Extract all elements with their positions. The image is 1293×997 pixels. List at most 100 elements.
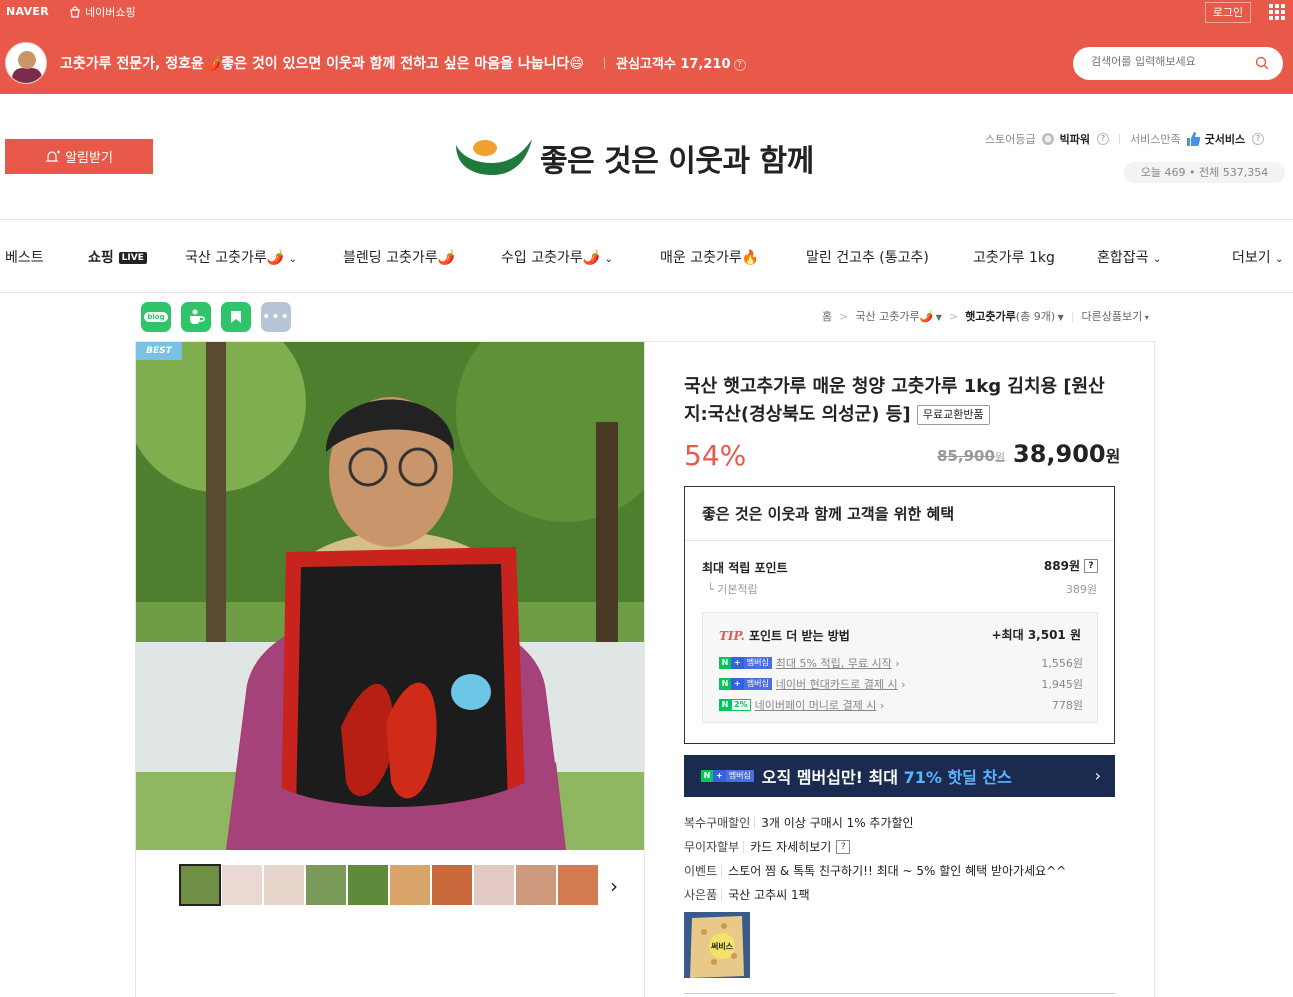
thumbnail[interactable]	[432, 865, 472, 905]
thumbnail[interactable]	[348, 865, 388, 905]
other-products-link[interactable]: 다른상품보기	[1082, 310, 1143, 323]
tip-row-text[interactable]: 네이버 현대카드로 결제 시	[776, 676, 898, 692]
card-detail-link[interactable]: 카드 자세히보기	[743, 840, 831, 853]
naver-plus-membership-badge: N + 멤버십	[719, 678, 772, 690]
breadcrumb-count: (총 9개)	[1015, 310, 1056, 323]
product-main-image[interactable]	[136, 342, 644, 850]
thumbnail[interactable]	[558, 865, 598, 905]
thumbnail[interactable]	[516, 865, 556, 905]
share-more-button[interactable]: •••	[261, 302, 291, 332]
nav-item-best[interactable]: 베스트	[5, 247, 44, 267]
naver-pay-badge: N 2%	[719, 699, 751, 711]
tip-row-text[interactable]: 최대 5% 적립, 무료 시작	[776, 655, 892, 671]
live-badge: LIVE	[118, 252, 147, 264]
breadcrumb-separator-icon: >	[835, 310, 852, 323]
caret-down-icon: ▾	[1142, 313, 1149, 322]
divider	[604, 57, 605, 69]
share-cafe-button[interactable]	[181, 302, 211, 332]
product-title-text: 국산 햇고추가루 매운 청양 고춧가루 1kg 김치용 [원산지:국산(경상북도…	[684, 376, 1105, 425]
original-price: 85,900원	[937, 447, 1005, 465]
thumbnail[interactable]	[264, 865, 304, 905]
share-bookmark-button[interactable]	[221, 302, 251, 332]
nav-item-domestic-pepper[interactable]: 국산 고춧가루🌶️ ⌄	[185, 247, 297, 267]
naver-logo[interactable]: NAVER	[6, 5, 49, 18]
search-input[interactable]	[1091, 55, 1241, 68]
naver-plus-membership-badge: N + 멤버십	[701, 770, 754, 782]
naver-shopping-link[interactable]: 네이버쇼핑	[69, 4, 136, 20]
benefit-box: 좋은 것은 이웃과 함께 고객을 위한 혜택 최대 적립 포인트 889원 ? …	[684, 486, 1115, 744]
info-value: 스토어 찜 & 톡톡 친구하기!! 최대 ~ 5% 할인 혜택 받아가세요^^	[721, 864, 1066, 877]
divider	[0, 292, 1293, 293]
help-icon[interactable]: ?	[733, 58, 746, 71]
tip-title-text: 포인트 더 받는 방법	[748, 629, 850, 643]
thumbnail[interactable]	[306, 865, 346, 905]
max-point-amount: 889원	[1043, 559, 1080, 573]
store-name-logo[interactable]: 좋은 것은 이웃과 함께	[540, 136, 814, 180]
nav-item-blending-pepper[interactable]: 블렌딩 고춧가루🌶️	[343, 247, 455, 267]
chevron-down-icon: ⌄	[1275, 254, 1284, 265]
base-point-value: 389원	[1065, 583, 1097, 596]
chevron-right-icon: ›	[1094, 766, 1101, 785]
base-point-text: 기본적립	[717, 583, 758, 596]
caret-down-icon: ▼	[933, 313, 942, 322]
info-row-multi-discount: 복수구매할인 3개 이상 구매시 1% 추가할인	[684, 814, 914, 831]
search-icon[interactable]	[1255, 56, 1269, 70]
store-profile-avatar[interactable]	[5, 42, 47, 84]
tip-prefix: TIP.	[719, 629, 745, 643]
shopping-bag-icon	[70, 6, 80, 18]
breadcrumb-current[interactable]: 햇고춧가루	[965, 310, 1016, 323]
thumbnail[interactable]	[390, 865, 430, 905]
tip-row-text[interactable]: 네이버페이 머니로 결제 시	[755, 697, 877, 713]
thumbnail[interactable]	[474, 865, 514, 905]
help-icon[interactable]: ?	[836, 839, 851, 854]
naver-shopping-label: 네이버쇼핑	[85, 6, 136, 19]
nav-item-shopping-live[interactable]: 쇼핑 LIVE	[88, 247, 147, 267]
cafe-icon	[190, 309, 205, 324]
app-grid-icon[interactable]	[1269, 4, 1285, 20]
nav-label: 더보기	[1232, 250, 1271, 266]
tip-row[interactable]: N 2% 네이버페이 머니로 결제 시 › 778원	[719, 697, 1083, 713]
thumbnail[interactable]	[179, 864, 221, 906]
max-point-label: 최대 적립 포인트	[702, 561, 788, 575]
membership-banner[interactable]: N + 멤버십 오직 멤버십만! 최대 71% 핫딜 찬스 ›	[684, 755, 1115, 797]
tip-row[interactable]: N + 멤버십 네이버 현대카드로 결제 시 › 1,945원	[719, 676, 1083, 692]
nav-item-pepper-1kg[interactable]: 고춧가루 1kg	[973, 247, 1055, 267]
share-blog-button[interactable]: blog	[141, 302, 171, 332]
nav-item-mixed-grains[interactable]: 혼합잡곡 ⌄	[1097, 247, 1161, 267]
blog-icon: blog	[144, 312, 168, 322]
info-key: 무이자할부	[684, 840, 740, 854]
help-icon[interactable]: ?	[1096, 133, 1109, 145]
divider	[685, 540, 1114, 541]
sale-price-value: 38,900	[1013, 440, 1106, 468]
chevron-right-icon[interactable]: ›	[610, 874, 618, 898]
membership-banner-text: 오직 멤버십만! 최대 71% 핫딜 찬스	[762, 764, 1012, 788]
divider	[0, 219, 1293, 220]
nav-item-imported-pepper[interactable]: 수입 고춧가루🌶️ ⌄	[501, 247, 613, 267]
nav-item-spicy-pepper[interactable]: 매운 고춧가루🔥	[660, 247, 759, 267]
nav-label: 혼합잡곡	[1097, 250, 1149, 266]
divider	[1118, 134, 1120, 144]
store-top-bar: NAVER 네이버쇼핑 로그인 고춧가루 전문가, 정호윤🌶️좋은 것이 있으면…	[0, 0, 1293, 94]
login-button[interactable]: 로그인	[1205, 2, 1251, 23]
store-search-box[interactable]	[1073, 47, 1283, 80]
nav-item-more[interactable]: 더보기 ⌄	[1232, 247, 1283, 267]
store-logo-mark[interactable]	[452, 133, 532, 178]
nav-item-dried-pepper[interactable]: 말린 건고추 (통고추)	[806, 247, 929, 267]
thumbnail[interactable]	[222, 865, 262, 905]
gift-image[interactable]: 써비스	[684, 912, 750, 978]
info-value: 3개 이상 구매시 1% 추가할인	[754, 816, 914, 829]
chevron-down-icon: ⌄	[1152, 254, 1162, 265]
breadcrumb-category[interactable]: 국산 고춧가루🌶️	[855, 310, 933, 323]
breadcrumb: 홈 > 국산 고춧가루🌶️ ▼ > 햇고춧가루(총 9개) ▼ | 다른상품보기…	[822, 310, 1149, 323]
service-value: 굿서비스	[1204, 133, 1246, 146]
info-value: 국산 고추씨 1팩	[721, 888, 810, 901]
breadcrumb-home[interactable]: 홈	[822, 310, 832, 323]
free-exchange-tag: 무료교환반품	[916, 405, 990, 425]
alarm-subscribe-button[interactable]: 알림받기	[5, 139, 153, 174]
help-icon[interactable]: ?	[1252, 133, 1265, 145]
breadcrumb-separator-icon: >	[945, 310, 962, 323]
info-row-installment: 무이자할부 카드 자세히보기 ?	[684, 838, 851, 855]
tip-row[interactable]: N + 멤버십 최대 5% 적립, 무료 시작 › 1,556원	[719, 655, 1083, 671]
info-row-event: 이벤트 스토어 찜 & 톡톡 친구하기!! 최대 ~ 5% 할인 혜택 받아가세…	[684, 862, 1066, 879]
help-icon[interactable]: ?	[1084, 558, 1098, 573]
